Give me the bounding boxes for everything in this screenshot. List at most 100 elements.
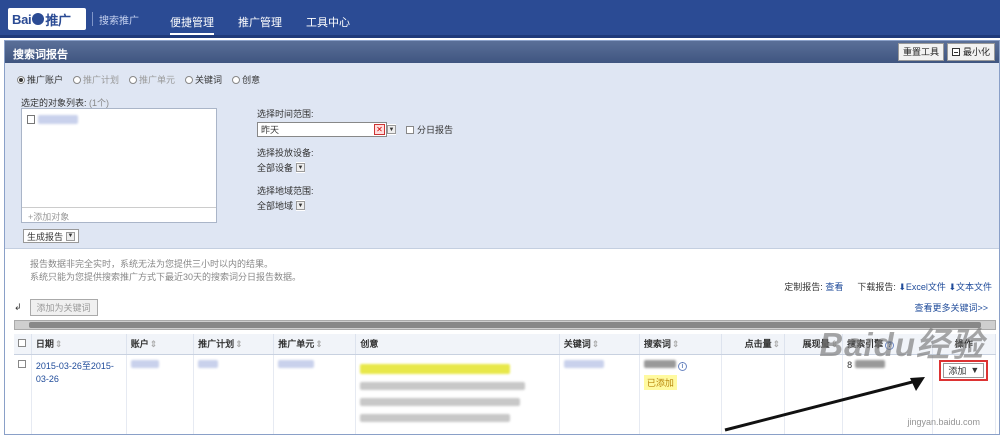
row-unit	[273, 354, 357, 434]
col-date[interactable]: 日期⇕	[31, 334, 127, 355]
minimize-button[interactable]: 最小化	[946, 43, 995, 61]
minimize-label: 最小化	[962, 47, 990, 57]
more-keywords-link[interactable]: 查看更多关键词>>	[914, 301, 988, 314]
logo-text: Bai	[12, 11, 32, 27]
chevron-down-icon: ▼	[387, 125, 396, 134]
radio-dot-icon	[129, 75, 138, 84]
sort-icon: ⇕	[315, 339, 323, 350]
region-select[interactable]: 全部地域 ▼	[257, 199, 306, 212]
radio-dot-icon	[185, 75, 194, 84]
note-line: 报告数据非完全实时，系统无法为您提供三小时以内的结果。	[30, 259, 274, 269]
table-toolbar: ↲ 添加为关键词 查看更多关键词>>	[14, 298, 996, 316]
blurred-creative-line	[360, 413, 511, 422]
row-plan	[193, 354, 275, 434]
generate-report-select[interactable]: 生成报告 ▼	[23, 229, 80, 243]
main-nav: 便捷管理 推广管理 工具中心	[170, 14, 350, 35]
objects-count: (1个)	[89, 98, 110, 108]
top-navigation-bar: Bai 推广 搜索推广 便捷管理 推广管理 工具中心	[0, 0, 1000, 38]
row-search-term: i 已添加	[639, 354, 722, 434]
download-icon: ⬇	[948, 282, 956, 292]
chevron-down-icon: ▼	[66, 231, 76, 241]
radio-account[interactable]: 推广账户	[17, 73, 63, 86]
logo-suffix: 推广	[45, 12, 71, 28]
logo-divider	[92, 12, 93, 26]
blurred-creative-title	[360, 363, 511, 374]
minimize-icon	[951, 48, 960, 56]
col-unit[interactable]: 推广单元⇕	[273, 334, 357, 355]
radio-dot-icon	[17, 75, 25, 84]
calendar-icon[interactable]: ✕	[374, 124, 385, 135]
custom-report: 定制报告: 查看	[784, 282, 844, 292]
note-line: 系统只能为您提供搜索推广方式下最近30天的搜索词分日报告数据。	[30, 272, 302, 282]
reset-tool-button[interactable]: 重置工具	[897, 43, 944, 61]
download-icon: ⬇	[898, 282, 906, 292]
blurred-search-term	[643, 359, 676, 368]
account-icon	[27, 115, 35, 124]
blurred-account	[130, 359, 159, 368]
chevron-down-icon: ▼	[970, 365, 980, 375]
chevron-down-icon: ▼	[296, 163, 306, 172]
nav-quick-manage[interactable]: 便捷管理	[170, 14, 214, 35]
col-plan[interactable]: 推广计划⇕	[193, 334, 275, 355]
panel-title: 搜索词报告	[13, 49, 68, 61]
nav-tool-center[interactable]: 工具中心	[306, 14, 350, 35]
custom-report-view-link[interactable]: 查看	[825, 282, 843, 292]
sort-icon: ⇕	[671, 339, 680, 350]
watermark-url: jingyan.baidu.com	[907, 417, 980, 427]
radio-unit: 推广单元	[129, 73, 175, 86]
checkbox-icon	[18, 359, 26, 368]
radio-plan: 推广计划	[73, 73, 119, 86]
split-by-day-checkbox[interactable]: 分日报告	[406, 123, 453, 136]
table-row: 2015-03-26至2015-03-26 i 已添加 8 添加 ▼	[14, 354, 997, 434]
col-creative: 创意	[355, 334, 560, 355]
col-keyword[interactable]: 关键词⇕	[559, 334, 640, 355]
return-arrow-icon[interactable]: ↲	[14, 302, 22, 313]
info-icon[interactable]: i	[677, 361, 687, 371]
row-select-cell[interactable]	[14, 354, 32, 434]
blurred-unit	[278, 359, 315, 368]
nav-promotion-manage[interactable]: 推广管理	[238, 14, 282, 35]
selected-objects-list: +添加对象	[21, 108, 217, 223]
device-select[interactable]: 全部设备 ▼	[257, 161, 306, 174]
baidu-logo[interactable]: Bai 推广 搜索推广	[8, 8, 139, 30]
watermark-logo: Baidu经验	[819, 326, 984, 363]
sort-icon: ⇕	[772, 339, 781, 350]
report-actions: 定制报告: 查看 下载报告: ⬇Excel文件 ⬇文本文件	[784, 280, 992, 293]
col-account[interactable]: 账户⇕	[126, 334, 195, 355]
radio-dot-icon	[73, 75, 82, 84]
col-search-term[interactable]: 搜索词⇕	[639, 334, 722, 355]
list-item[interactable]	[27, 115, 78, 124]
radio-keyword[interactable]: 关键词	[185, 73, 222, 86]
checkbox-icon	[18, 338, 26, 347]
blurred-account-name	[38, 115, 78, 124]
sort-icon: ⇕	[149, 339, 158, 350]
checkbox-icon	[406, 125, 414, 134]
time-range-input[interactable]: 昨天 ✕	[257, 122, 387, 137]
region-label: 选择地域范围:	[257, 186, 314, 196]
row-date: 2015-03-26至2015-03-26	[31, 354, 127, 434]
blurred-plan	[198, 359, 219, 368]
paw-icon	[32, 13, 45, 25]
sort-icon: ⇕	[54, 339, 63, 350]
col-clicks[interactable]: 点击量⇕	[721, 334, 786, 355]
download-text-link[interactable]: ⬇文本文件	[948, 282, 992, 292]
time-range-label: 选择时间范围:	[257, 109, 314, 119]
blurred-keyword	[563, 359, 604, 368]
blurred-creative-line	[360, 381, 526, 390]
add-object-link[interactable]: +添加对象	[22, 207, 216, 222]
select-all-header[interactable]	[14, 334, 32, 355]
add-as-keyword-button[interactable]: 添加为关键词	[29, 298, 98, 316]
chevron-down-icon: ▼	[296, 201, 306, 210]
sort-icon: ⇕	[591, 339, 600, 350]
row-checkbox[interactable]	[18, 359, 26, 368]
sort-icon: ⇕	[235, 339, 243, 350]
download-excel-link[interactable]: ⬇Excel文件	[898, 282, 946, 292]
download-report: 下载报告: ⬇Excel文件 ⬇文本文件	[857, 282, 992, 292]
row-keyword	[559, 354, 640, 434]
device-label: 选择投放设备:	[257, 148, 314, 158]
row-impressions	[784, 354, 844, 434]
time-range-dropdown[interactable]: ▼	[387, 124, 396, 135]
row-account	[126, 354, 195, 434]
radio-creative[interactable]: 创意	[232, 73, 260, 86]
select-all-checkbox[interactable]	[18, 338, 26, 347]
